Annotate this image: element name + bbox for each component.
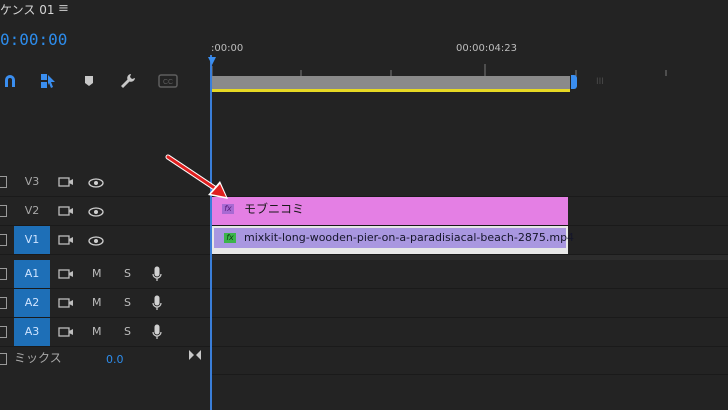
- lane-a1[interactable]: [211, 260, 728, 289]
- timeline-toolbar: CC: [0, 64, 210, 98]
- sync-icon[interactable]: [58, 297, 74, 309]
- ruler-ticks: [211, 64, 667, 76]
- ruler-mid-label: 00:00:04:23: [456, 43, 518, 54]
- time-ruler[interactable]: :00:00 00:00:04:23: [211, 40, 728, 76]
- eye-icon[interactable]: [88, 236, 104, 246]
- track-header-a3: A3 M S: [0, 318, 210, 347]
- linked-selection-icon[interactable]: [38, 72, 58, 90]
- fx-badge: fx: [224, 233, 236, 243]
- sync-icon[interactable]: [58, 205, 74, 217]
- magnet-snap-icon[interactable]: [0, 72, 20, 90]
- lock-icon[interactable]: [0, 234, 7, 246]
- clip-video[interactable]: fx mixkit-long-wooden-pier-on-a-paradisi…: [212, 226, 574, 254]
- hamburger-menu-icon[interactable]: ≡: [58, 1, 72, 17]
- solo-button[interactable]: S: [124, 318, 131, 346]
- track-name-v3[interactable]: V3: [14, 168, 50, 196]
- lock-icon[interactable]: [0, 326, 7, 338]
- video-audio-divider[interactable]: [211, 255, 728, 260]
- fx-badge: fx: [222, 204, 234, 214]
- sync-icon[interactable]: [58, 268, 74, 280]
- lane-mix[interactable]: [211, 346, 728, 375]
- mic-icon[interactable]: [152, 295, 162, 311]
- mic-icon[interactable]: [152, 266, 162, 282]
- red-arrow-annotation: [165, 154, 228, 199]
- mute-button[interactable]: M: [92, 318, 102, 346]
- track-name-a3[interactable]: A3: [14, 318, 50, 346]
- playhead-handle[interactable]: [208, 57, 216, 65]
- wrench-icon[interactable]: [118, 72, 138, 90]
- track-name-v1[interactable]: V1: [14, 226, 50, 254]
- marker-icon[interactable]: [79, 72, 99, 90]
- lane-a2[interactable]: [211, 289, 728, 318]
- mute-button[interactable]: M: [92, 260, 102, 288]
- mix-volume-value[interactable]: 0.0: [106, 353, 124, 366]
- track-name-a2[interactable]: A2: [14, 289, 50, 317]
- track-name-v2[interactable]: V2: [14, 197, 50, 225]
- lock-icon[interactable]: [0, 176, 7, 188]
- mix-nav-icon[interactable]: [188, 349, 202, 361]
- sync-icon[interactable]: [58, 326, 74, 338]
- playhead-timecode[interactable]: 0:00:00: [0, 30, 67, 49]
- playhead-line[interactable]: [210, 55, 212, 410]
- track-header-v1: V1: [0, 226, 210, 255]
- clip-label: mixkit-long-wooden-pier-on-a-paradisiaca…: [244, 231, 575, 244]
- work-area-end-handle[interactable]: [571, 75, 577, 89]
- track-header-a1: A1 M S: [0, 260, 210, 289]
- sequence-tab-bar: ケンス 01 ≡: [0, 0, 728, 22]
- mix-track-header: ミックス 0.0: [0, 345, 210, 373]
- lock-icon[interactable]: [0, 353, 7, 365]
- solo-button[interactable]: S: [124, 260, 131, 288]
- lock-icon[interactable]: [0, 205, 7, 217]
- lock-icon[interactable]: [0, 268, 7, 280]
- clip-video-body[interactable]: fx mixkit-long-wooden-pier-on-a-paradisi…: [214, 228, 574, 248]
- lane-a3[interactable]: [211, 318, 728, 347]
- sync-icon[interactable]: [58, 234, 74, 246]
- work-area-grip[interactable]: III: [596, 77, 604, 87]
- lock-icon[interactable]: [0, 297, 7, 309]
- sync-icon[interactable]: [58, 176, 74, 188]
- ruler-start-label: :00:00: [211, 43, 244, 54]
- eye-icon[interactable]: [88, 178, 104, 188]
- solo-button[interactable]: S: [124, 289, 131, 317]
- work-area-range-line: [212, 89, 570, 92]
- clip-label: モブニコミ: [244, 202, 305, 216]
- mute-button[interactable]: M: [92, 289, 102, 317]
- mic-icon[interactable]: [152, 324, 162, 340]
- eye-icon[interactable]: [88, 207, 104, 217]
- sequence-tab-title[interactable]: ケンス 01: [0, 0, 54, 20]
- clip-text-graphic[interactable]: fx モブニコミ: [212, 197, 568, 225]
- mix-label: ミックス: [14, 351, 62, 365]
- lane-v3[interactable]: [211, 168, 728, 197]
- captions-icon[interactable]: CC: [157, 72, 179, 90]
- track-header-a2: A2 M S: [0, 289, 210, 318]
- svg-text:CC: CC: [163, 79, 173, 86]
- track-name-a1[interactable]: A1: [14, 260, 50, 288]
